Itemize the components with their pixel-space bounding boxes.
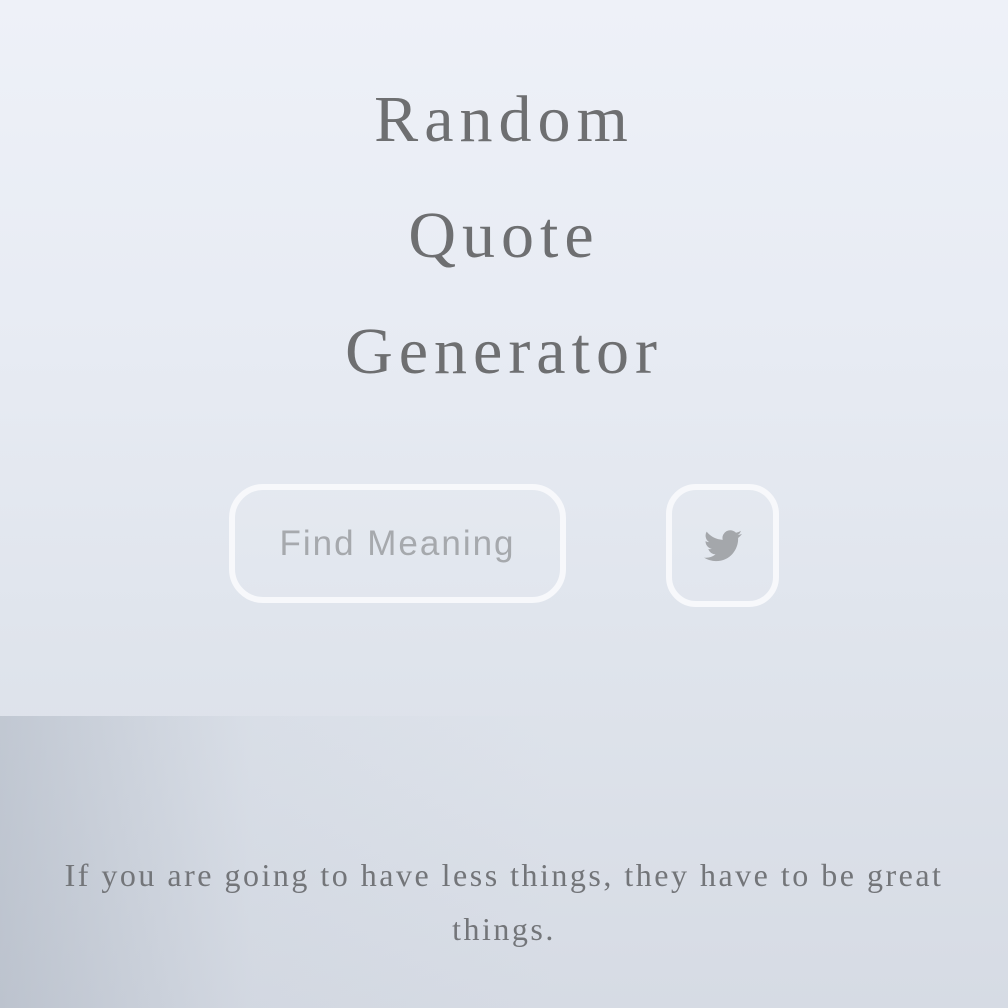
twitter-bird-icon [703, 529, 742, 563]
title-line-2: Quote [408, 199, 600, 272]
quote-text: If you are going to have less things, th… [64, 857, 944, 947]
title-line-3: Generator [345, 315, 663, 388]
find-meaning-button[interactable]: Find Meaning [229, 484, 566, 603]
title-line-1: Random [374, 83, 634, 156]
tweet-button[interactable] [666, 484, 779, 607]
find-meaning-label: Find Meaning [279, 523, 516, 563]
page-title: Random Quote Generator [0, 62, 1008, 410]
